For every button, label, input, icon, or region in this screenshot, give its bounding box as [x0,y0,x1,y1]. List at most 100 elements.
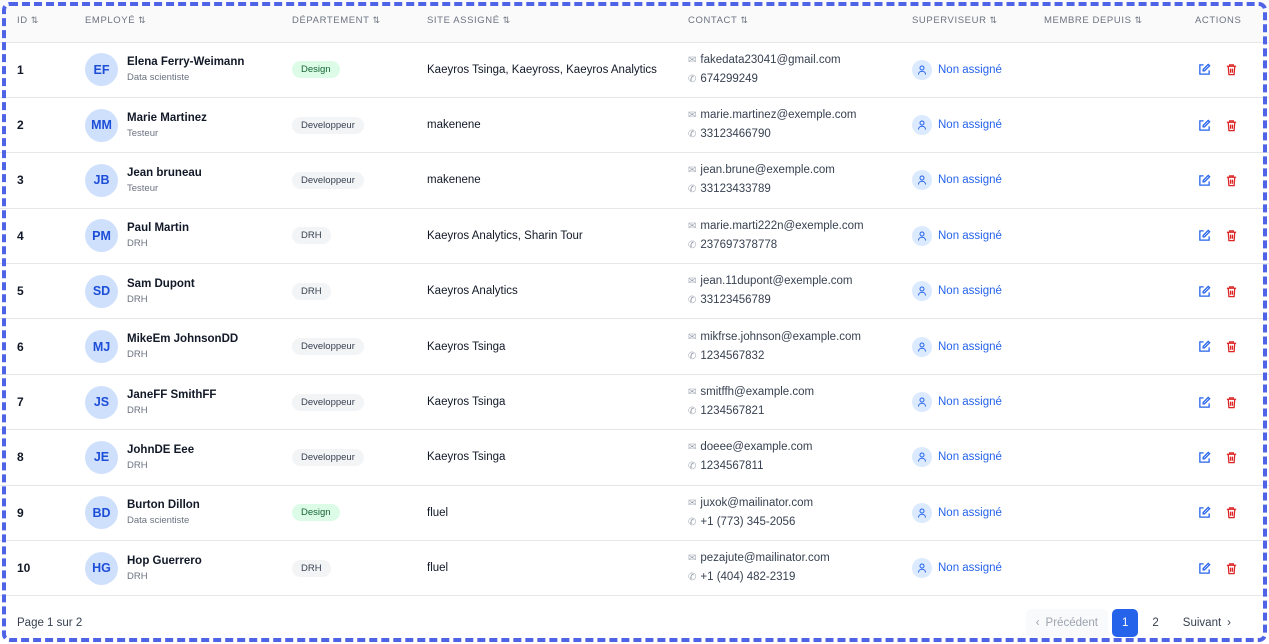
page-1-button[interactable]: 1 [1111,609,1139,637]
avatar: EF [85,53,118,87]
table-row[interactable]: 2 MM Marie Martinez Testeur Developpeur ma… [0,97,1269,153]
employee-role: DRH [127,404,148,416]
trash-icon[interactable] [1225,63,1238,76]
email: doeee@example.com [700,441,813,454]
column-header[interactable]: Site assigné ⇅ [427,0,688,43]
table-row[interactable]: 8 JE JohnDE Eee DRH Developpeur Kaeyros Ts… [0,430,1269,486]
employee-id: 1 [17,62,24,77]
table-header: ID ⇅ Employé ⇅ Département ⇅ Site assigné ⇅ Cont… [0,0,1269,43]
trash-icon[interactable] [1225,174,1238,187]
email: marie.marti222n@exemple.com [700,219,864,232]
column-header[interactable]: Département ⇅ [292,0,427,43]
employee-role: DRH [127,293,148,305]
phone: +1 (404) 482-2319 [700,571,796,584]
phone: 237697378778 [700,238,778,251]
sort-icon: ⇅ [989,15,998,26]
trash-icon[interactable] [1225,396,1238,409]
member-since [1044,97,1195,152]
assigned-site: Kaeyros Tsinga [427,396,506,409]
edit-icon[interactable] [1198,119,1211,132]
employee-role: DRH [127,238,148,250]
column-header[interactable]: Employé ⇅ [85,0,292,43]
employee-name: Paul Martin [127,222,189,235]
avatar: PM [85,219,118,253]
employee-role: DRH [127,570,148,582]
table-row[interactable]: 1 EF Elena Ferry-Weimann Data scientiste D… [0,42,1269,98]
department-badge: Developpeur [292,116,364,134]
member-since [1044,374,1195,429]
trash-icon[interactable] [1225,285,1238,298]
email: fakedata23041@gmail.com [700,53,841,66]
phone-icon: ✆ [688,406,697,418]
employee-name: Jean bruneau [127,166,202,179]
employee-table-container: ID ⇅ Employé ⇅ Département ⇅ Site assigné ⇅ Cont… [0,0,1269,644]
department-badge: DRH [292,227,331,245]
table-row[interactable]: 3 JB Jean bruneau Testeur Developpeur make… [0,153,1269,209]
employee-id: 9 [17,505,24,520]
table-row[interactable]: 5 SD Sam Dupont DRH DRH Kaeyros Analytics … [0,264,1269,319]
employee-name: JaneFF SmithFF [127,388,217,401]
employee-id: 5 [17,284,24,299]
mail-icon: ✉ [688,54,697,66]
edit-icon[interactable] [1198,63,1211,76]
column-header[interactable]: Contact ⇅ [688,0,912,43]
sort-icon: ⇅ [138,15,147,26]
mail-icon: ✉ [688,220,697,232]
trash-icon[interactable] [1225,451,1238,464]
column-header[interactable]: ID ⇅ [0,0,85,43]
table-row[interactable]: 10 HG Hop Guerrero DRH DRH fluel ✉ pezajute… [0,541,1269,596]
sort-icon: ⇅ [740,15,749,26]
phone-icon: ✆ [688,350,697,362]
assigned-site: Kaeyros Analytics [427,285,518,298]
edit-icon[interactable] [1198,340,1211,353]
edit-icon[interactable] [1198,562,1211,575]
employee-role: DRH [127,459,148,471]
table-row[interactable]: 6 MJ MikeEm JohnsonDD DRH Developpeur Kaey… [0,319,1269,375]
sort-icon: ⇅ [30,15,39,26]
column-header[interactable]: Membre depuis ⇅ [1044,0,1195,43]
previous-button[interactable]: ‹ Précédent [1025,609,1108,637]
phone: 33123466790 [700,128,771,141]
phone-icon: ✆ [688,73,697,85]
column-header[interactable]: Superviseur ⇅ [912,0,1044,43]
avatar: BD [85,496,118,530]
employee-name: Marie Martinez [127,111,207,124]
employee-name: Sam Dupont [127,277,195,290]
avatar: JB [85,163,118,197]
user-icon [912,558,932,579]
user-icon [912,115,932,136]
trash-icon[interactable] [1225,340,1238,353]
supervisor: Non assigné [938,229,1002,242]
phone-icon: ✆ [688,239,697,251]
employee-name: JohnDE Eee [127,443,195,456]
employee-id: 7 [17,395,24,410]
table-row[interactable]: 7 JS JaneFF SmithFF DRH Developpeur Kaeyro… [0,374,1269,430]
supervisor: Non assigné [938,340,1002,353]
employee-role: Data scientiste [127,515,190,527]
avatar: JE [85,440,118,474]
trash-icon[interactable] [1225,229,1238,242]
trash-icon[interactable] [1225,506,1238,519]
edit-icon[interactable] [1198,506,1211,519]
sort-icon: ⇅ [1134,15,1143,26]
pagination-footer: Page 1 sur 2 ‹ Précédent 1 2 Suivant › [0,597,1269,644]
edit-icon[interactable] [1198,396,1211,409]
table-row[interactable]: 9 BD Burton Dillon Data scientiste Design … [0,485,1269,541]
next-button[interactable]: Suivant › [1173,609,1241,637]
trash-icon[interactable] [1225,562,1238,575]
table-row[interactable]: 4 PM Paul Martin DRH DRH Kaeyros Analytics… [0,208,1269,264]
page-2-button[interactable]: 2 [1142,609,1168,637]
assigned-site: fluel [427,506,449,519]
edit-icon[interactable] [1198,451,1211,464]
email: smitffh@example.com [700,386,815,399]
user-icon [912,225,932,246]
avatar: HG [85,551,118,585]
edit-icon[interactable] [1198,229,1211,242]
assigned-site: fluel [427,562,449,575]
edit-icon[interactable] [1198,285,1211,298]
phone: +1 (773) 345-2056 [700,515,796,528]
trash-icon[interactable] [1225,119,1238,132]
edit-icon[interactable] [1198,174,1211,187]
department-badge: Developpeur [292,338,364,356]
user-icon [912,502,932,523]
